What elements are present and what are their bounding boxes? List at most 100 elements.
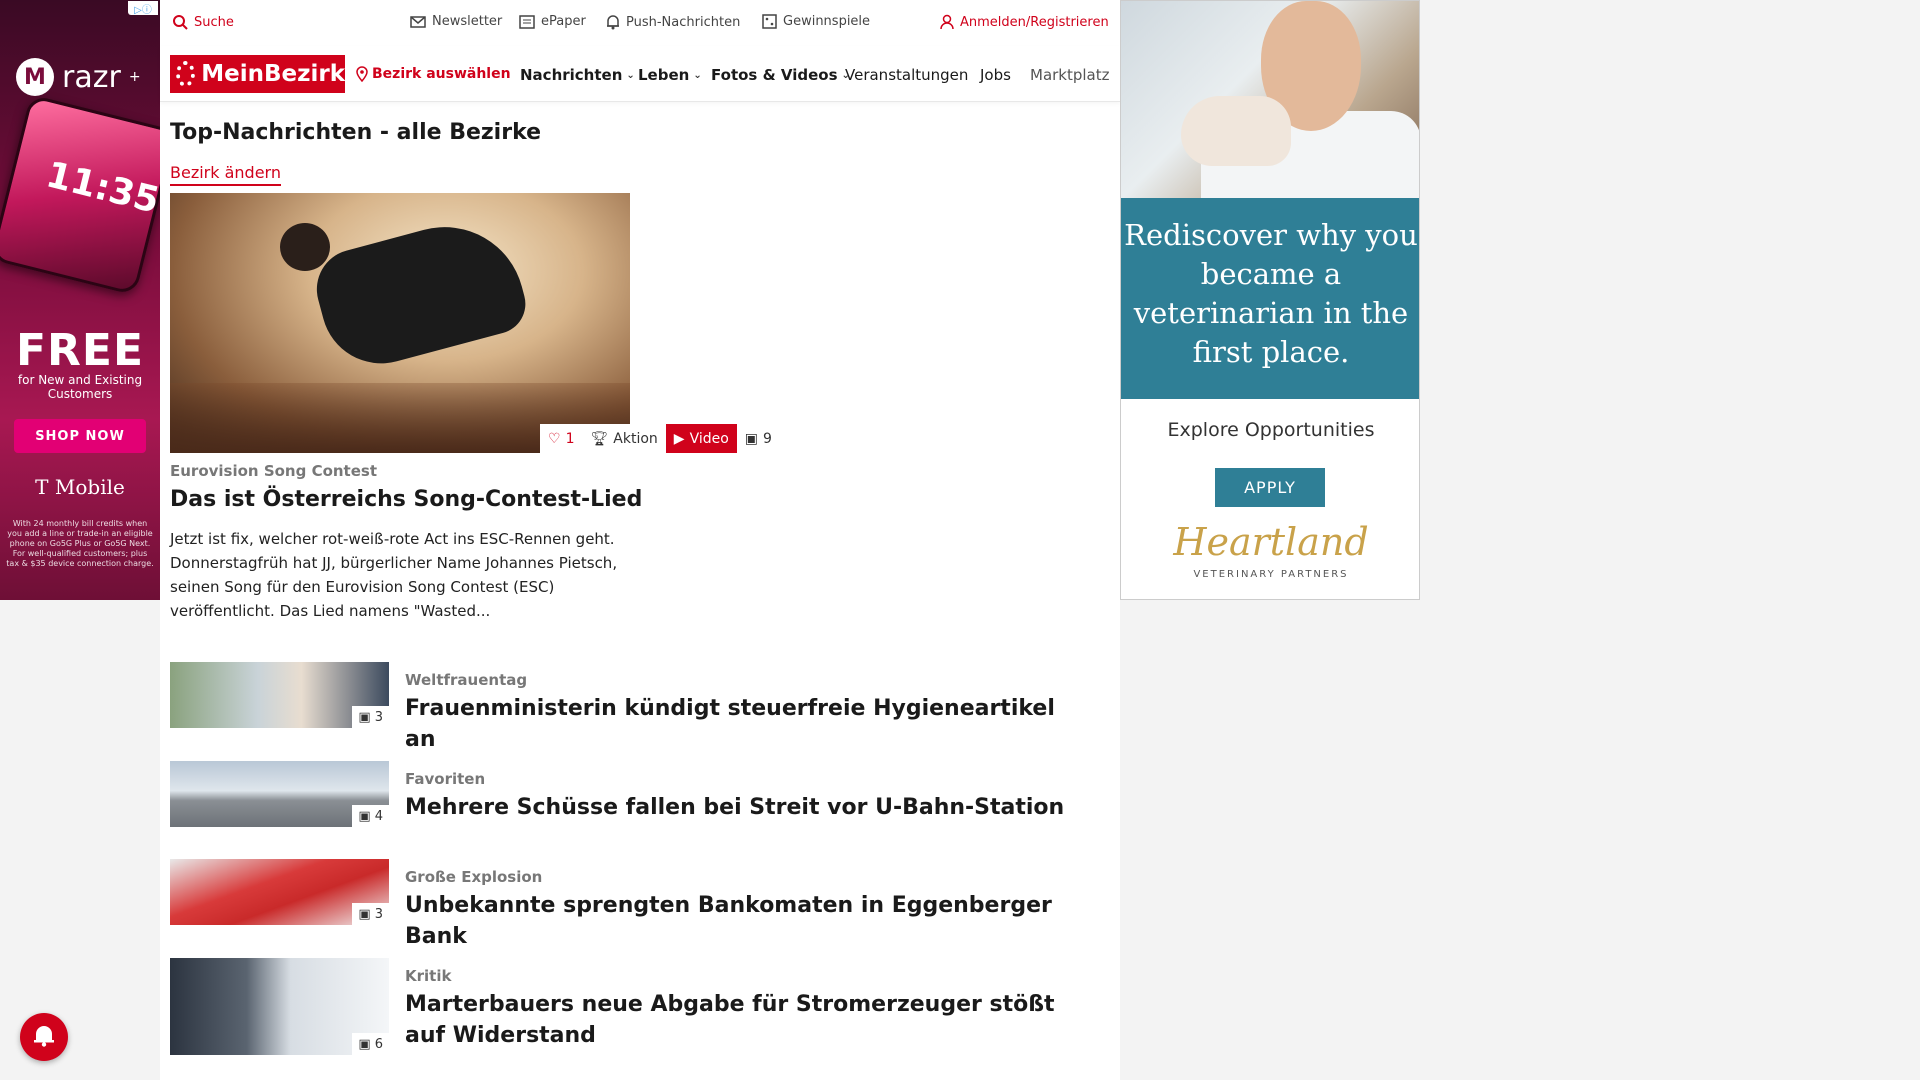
newspaper-icon (519, 14, 535, 29)
photos-count: 6 (374, 1036, 383, 1052)
meinbezirk-logo[interactable]: MeinBezirk (170, 55, 345, 93)
image-icon: ▣ (358, 808, 371, 824)
nav-label: Fotos & Videos (711, 66, 838, 84)
main-content: Suche Newsletter ePaper Push-Nachrichten… (160, 0, 1120, 1080)
bell-icon (606, 14, 620, 30)
ad-photo-dog (1181, 96, 1291, 166)
main-navigation: MeinBezirk Bezirk auswählen Nachrichten ⌄… (160, 46, 1120, 102)
gewinnspiele-link[interactable]: Gewinnspiele (762, 14, 870, 29)
hero-title[interactable]: Das ist Österreichs Song-Contest-Lied (170, 487, 650, 512)
notification-bell-button[interactable] (20, 1013, 68, 1061)
epaper-label: ePaper (541, 14, 586, 29)
chevron-down-icon: ⌄ (626, 69, 635, 81)
video-label: Video (689, 430, 729, 447)
nav-nachrichten[interactable]: Nachrichten ⌄ (520, 66, 635, 84)
epaper-link[interactable]: ePaper (519, 14, 586, 29)
newsletter-label: Newsletter (432, 14, 503, 29)
hero-badges: ♡ 1 🏆︎ Aktion ▶ Video ▣ 9 (540, 424, 780, 453)
top-utility-bar: Suche Newsletter ePaper Push-Nachrichten… (160, 0, 1120, 46)
ad-advertiser-logo: T Mobile (35, 475, 125, 499)
play-icon: ▶ (673, 430, 685, 447)
hero-teaser: Jetzt ist fix, welcher rot-weiß-rote Act… (170, 530, 618, 620)
aktion-badge: 🏆︎ Aktion (582, 424, 666, 453)
hero-figure (307, 209, 533, 377)
mail-icon (410, 15, 426, 28)
hero-category: Eurovision Song Contest (170, 462, 378, 480)
article-thumbnail[interactable]: ▣ 4 (170, 761, 389, 827)
article-thumbnail[interactable]: ▣ 3 (170, 662, 389, 728)
change-bezirk-link[interactable]: Bezirk ändern (170, 163, 281, 186)
login-label: Anmelden/Registrieren (960, 14, 1109, 30)
likes-badge[interactable]: ♡ 1 (540, 424, 583, 453)
hero-figure-head (280, 223, 330, 271)
article-title[interactable]: Frauenministerin kündigt steuerfreie Hyg… (405, 693, 1065, 755)
search-icon (172, 14, 188, 30)
ad-headline: FREE (15, 325, 145, 376)
ad-photo (1121, 1, 1419, 201)
article-title[interactable]: Marterbauers neue Abgabe für Stromerzeug… (405, 989, 1065, 1051)
ad-subline: for New and Existing Customers (17, 373, 143, 401)
ad-headline: Rediscover why you became a veterinarian… (1121, 198, 1419, 399)
bell-icon (33, 1023, 55, 1051)
photos-count: 4 (374, 808, 383, 824)
nav-label: Jobs (980, 66, 1011, 84)
article-category: Favoriten (405, 770, 486, 788)
nav-leben[interactable]: Leben ⌄ (638, 66, 702, 84)
left-ad-banner[interactable]: ▷ⓘ M razr + 11:35 FREE for New and Existi… (0, 0, 160, 600)
trophy-icon: 🏆︎ (590, 430, 609, 447)
nav-veranstaltungen[interactable]: Veranstaltungen (845, 66, 968, 84)
article-category: Kritik (405, 967, 452, 985)
photos-count: 3 (374, 906, 383, 922)
gift-icon (762, 14, 777, 29)
ad-brand: M razr + (16, 58, 141, 96)
newsletter-link[interactable]: Newsletter (410, 14, 502, 29)
bezirk-label: Bezirk auswählen (372, 66, 511, 82)
ad-phone-image: 11:35 (0, 94, 160, 296)
motorola-logo-icon: M (16, 58, 54, 96)
nav-marktplatz[interactable]: Marktplatz (1030, 66, 1110, 84)
section-title: Top-Nachrichten - alle Bezirke (170, 120, 542, 145)
photos-badge: ▣ 9 (736, 424, 780, 453)
image-icon: ▣ (358, 709, 371, 725)
search-label: Suche (194, 14, 234, 30)
adchoices-icon[interactable]: ▷ⓘ (128, 1, 158, 16)
ad-brand-name: razr (62, 59, 121, 95)
list-item[interactable]: ▣ 6 Kritik Marterbauers neue Abgabe für S… (170, 958, 1090, 1058)
nav-fotos-videos[interactable]: Fotos & Videos ⌄ (711, 66, 850, 84)
logo-text: MeinBezirk (201, 61, 345, 87)
bezirk-select[interactable]: Bezirk auswählen (356, 66, 511, 82)
article-thumbnail[interactable]: ▣ 6 (170, 958, 389, 1055)
ad-apply-button[interactable]: APPLY (1215, 468, 1325, 507)
article-title[interactable]: Mehrere Schüsse fallen bei Streit vor U-… (405, 792, 1065, 823)
user-icon (940, 14, 954, 30)
article-title[interactable]: Unbekannte sprengten Bankomaten in Eggen… (405, 890, 1065, 952)
photos-badge: ▣ 3 (352, 706, 389, 728)
hero-article-image[interactable] (170, 193, 630, 453)
nav-label: Veranstaltungen (845, 66, 969, 84)
ad-heartland-subtitle: VETERINARY PARTNERS (1193, 569, 1349, 580)
list-item[interactable]: ▣ 3 Weltfrauentag Frauenministerin kündig… (170, 662, 1090, 752)
nav-label: Leben (638, 66, 690, 84)
nav-jobs[interactable]: Jobs (980, 66, 1011, 84)
nav-label: Marktplatz (1030, 66, 1110, 84)
likes-count: 1 (565, 430, 575, 447)
video-badge[interactable]: ▶ Video (665, 424, 737, 453)
location-pin-icon (356, 66, 368, 82)
login-link[interactable]: Anmelden/Registrieren (940, 14, 1109, 30)
photos-badge: ▣ 3 (352, 903, 389, 925)
right-ad-banner[interactable]: ▷ⓘ Rediscover why you became a veterinar… (1120, 0, 1420, 600)
list-item[interactable]: ▣ 4 Favoriten Mehrere Schüsse fallen bei … (170, 761, 1090, 829)
list-item[interactable]: ▣ 3 Große Explosion Unbekannte sprengten … (170, 859, 1090, 949)
aktion-label: Aktion (613, 430, 658, 447)
photos-count: 3 (374, 709, 383, 725)
nav-label: Nachrichten (520, 66, 623, 84)
photos-badge: ▣ 6 (352, 1033, 389, 1055)
chevron-down-icon: ⌄ (693, 69, 702, 81)
logo-sun-icon (176, 61, 196, 87)
article-thumbnail[interactable]: ▣ 3 (170, 859, 389, 925)
ad-shop-now-button[interactable]: SHOP NOW (14, 419, 146, 453)
article-category: Weltfrauentag (405, 671, 528, 689)
photos-badge: ▣ 4 (352, 805, 389, 827)
push-notifications-link[interactable]: Push-Nachrichten (606, 14, 740, 30)
search-link[interactable]: Suche (172, 14, 234, 30)
